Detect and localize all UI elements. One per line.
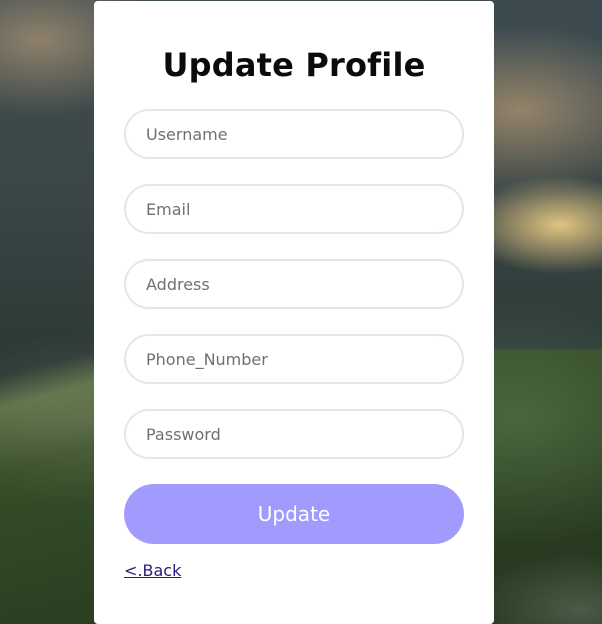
update-profile-card: Update Profile Update <.Back: [94, 1, 494, 624]
address-input[interactable]: [124, 259, 464, 309]
email-input[interactable]: [124, 184, 464, 234]
username-input[interactable]: [124, 109, 464, 159]
phone-number-input[interactable]: [124, 334, 464, 384]
back-link[interactable]: <.Back: [124, 561, 181, 580]
page-title: Update Profile: [162, 46, 426, 84]
password-input[interactable]: [124, 409, 464, 459]
update-button[interactable]: Update: [124, 484, 464, 544]
